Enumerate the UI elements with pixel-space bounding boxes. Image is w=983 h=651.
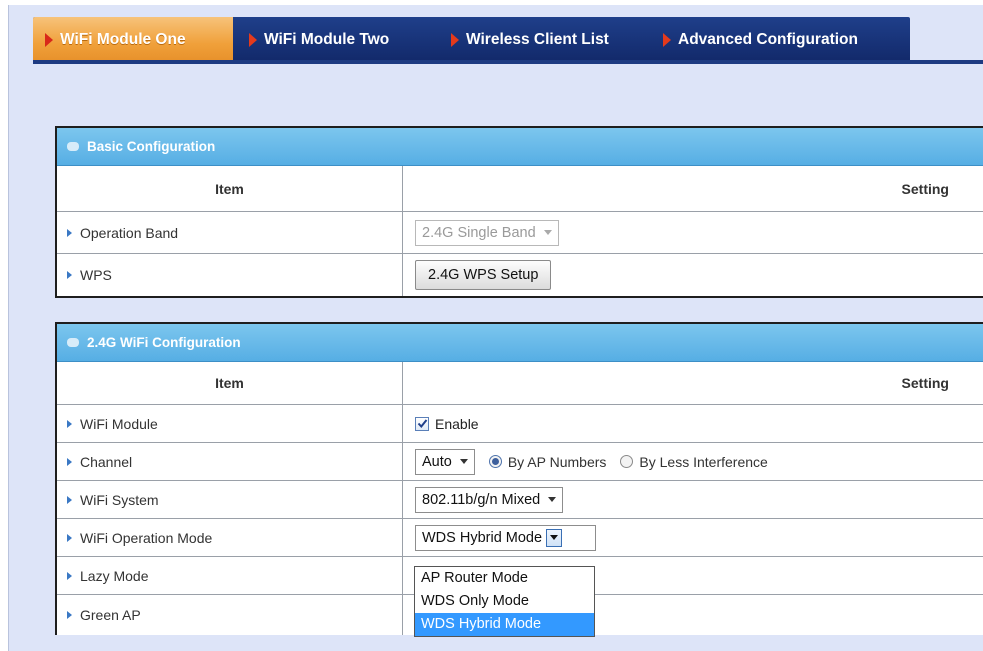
table-header-row: Item Setting <box>57 362 983 405</box>
row-setting: Enable <box>403 405 983 442</box>
tab-label: Advanced Configuration <box>678 30 858 48</box>
channel-select[interactable]: Auto <box>415 448 475 475</box>
green-ap-label: Green AP <box>80 607 141 623</box>
operation-band-label: Operation Band <box>80 224 179 241</box>
row-setting: 2.4G WPS Setup <box>403 254 983 296</box>
chevron-down-icon <box>550 535 559 540</box>
caret-right-icon <box>67 419 72 428</box>
caret-right-icon <box>67 271 72 279</box>
wps-setup-button[interactable]: 2.4G WPS Setup <box>415 260 552 290</box>
option-wds-only-mode[interactable]: WDS Only Mode <box>415 590 594 613</box>
basic-configuration-panel: Basic Configuration Item Setting Operati… <box>55 126 983 298</box>
table-row-wifi-system: WiFi System 802.11b/g/n Mixed <box>57 481 983 519</box>
row-label: WiFi System <box>57 481 403 518</box>
wps-label: WPS <box>80 267 112 283</box>
panel-bullet-icon <box>67 142 79 151</box>
tab-wifi-module-one[interactable]: WiFi Module One <box>33 17 233 62</box>
column-header-setting: Setting <box>901 375 949 391</box>
row-setting: WDS Hybrid Mode <box>403 519 983 556</box>
caret-right-icon <box>67 611 72 619</box>
chevron-down-icon <box>548 497 557 502</box>
table-row-operation-band: Operation Band 2.4G Single Band <box>57 212 983 254</box>
operation-band-value: 2.4G Single Band <box>422 224 536 241</box>
row-setting: 802.11b/g/n Mixed <box>403 481 983 518</box>
wifi-operation-mode-select[interactable]: WDS Hybrid Mode <box>415 524 596 551</box>
column-header-item: Item <box>57 362 403 404</box>
caret-right-icon <box>67 495 72 504</box>
wifi-system-label: WiFi System <box>80 491 159 508</box>
column-header-setting: Setting <box>901 180 949 197</box>
tab-arrow-icon <box>249 32 257 47</box>
wifi-operation-mode-dropdown-list: AP Router Mode WDS Only Mode WDS Hybrid … <box>414 566 595 637</box>
row-label: Green AP <box>57 595 403 635</box>
caret-right-icon <box>67 571 72 580</box>
chevron-down-icon <box>543 230 552 235</box>
table-row-wifi-operation-mode: WiFi Operation Mode WDS Hybrid Mode <box>57 519 983 557</box>
caret-right-icon <box>67 533 72 542</box>
radio-by-ap-numbers-label: By AP Numbers <box>507 453 607 470</box>
panel-header: 2.4G WiFi Configuration <box>57 324 983 362</box>
tab-bar-underline <box>33 60 983 64</box>
row-label: WiFi Module <box>57 405 403 442</box>
channel-label: Channel <box>80 453 133 470</box>
panel-title: 2.4G WiFi Configuration <box>87 335 241 350</box>
table-row-wps: WPS 2.4G WPS Setup <box>57 254 983 296</box>
tab-arrow-icon <box>451 32 459 47</box>
panel-title: Basic Configuration <box>87 139 216 154</box>
wifi-system-select[interactable]: 802.11b/g/n Mixed <box>415 486 564 513</box>
panel-bullet-icon <box>67 338 79 347</box>
caret-right-icon <box>67 228 72 237</box>
row-label: WPS <box>57 254 403 296</box>
tab-wifi-module-two[interactable]: WiFi Module Two <box>249 17 435 62</box>
operation-band-select[interactable]: 2.4G Single Band <box>415 219 559 246</box>
caret-right-icon <box>67 457 72 466</box>
tab-advanced-configuration[interactable]: Advanced Configuration <box>663 17 903 62</box>
tab-arrow-icon <box>663 32 671 47</box>
option-ap-router-mode[interactable]: AP Router Mode <box>415 567 594 590</box>
channel-value: Auto <box>422 453 452 470</box>
wifi-system-value: 802.11b/g/n Mixed <box>422 491 541 508</box>
tab-label: WiFi Module One <box>60 30 186 48</box>
tab-label: Wireless Client List <box>466 30 609 48</box>
tab-arrow-icon <box>45 32 53 47</box>
row-label: Lazy Mode <box>57 557 403 594</box>
panel-header: Basic Configuration <box>57 128 983 166</box>
wifi-operation-mode-label: WiFi Operation Mode <box>80 529 213 546</box>
row-setting: 2.4G Single Band <box>403 212 983 253</box>
enable-checkbox-label: Enable <box>435 415 479 432</box>
row-label: Channel <box>57 443 403 480</box>
dropdown-button[interactable] <box>546 528 563 547</box>
row-label: WiFi Operation Mode <box>57 519 403 556</box>
radio-by-less-interference-label: By Less Interference <box>639 453 768 470</box>
wifi-module-label: WiFi Module <box>80 415 158 432</box>
radio-by-ap-numbers[interactable] <box>488 455 502 468</box>
tab-wireless-client-list[interactable]: Wireless Client List <box>451 17 651 62</box>
table-header-row: Item Setting <box>57 166 983 212</box>
tab-bar: WiFi Module One WiFi Module Two Wireless… <box>33 17 910 62</box>
option-wds-hybrid-mode[interactable]: WDS Hybrid Mode <box>415 613 594 636</box>
chevron-down-icon <box>459 459 468 464</box>
enable-checkbox[interactable] <box>415 416 429 431</box>
wifi-operation-mode-value: WDS Hybrid Mode <box>422 529 543 546</box>
column-header-item: Item <box>57 166 403 211</box>
table-row-wifi-module: WiFi Module Enable <box>57 405 983 443</box>
tab-label: WiFi Module Two <box>264 30 390 48</box>
table-row-channel: Channel Auto By AP Numbers By Less Inter… <box>57 443 983 481</box>
checkmark-icon <box>417 419 427 429</box>
row-setting: Auto By AP Numbers By Less Interference <box>403 443 983 480</box>
lazy-mode-label: Lazy Mode <box>80 567 149 584</box>
row-label: Operation Band <box>57 212 403 253</box>
radio-by-less-interference[interactable] <box>620 455 634 468</box>
